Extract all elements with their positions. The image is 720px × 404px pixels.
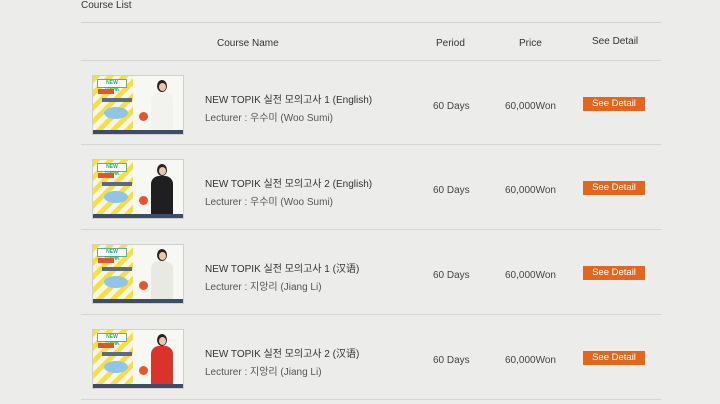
thumbnail-title (102, 352, 132, 356)
header-see-detail: See Detail (592, 36, 639, 47)
table-header: Course Name Period Price See Detail (81, 23, 661, 61)
course-table: Course Name Period Price See Detail NEW … (81, 22, 661, 400)
course-price: 60,000Won (505, 355, 556, 366)
thumbnail-tag (98, 258, 114, 263)
thumbnail-tag (98, 173, 114, 178)
thumbnail-tag (98, 343, 114, 348)
lecturer-face (159, 337, 166, 345)
play-icon (139, 281, 148, 290)
thumbnail-bar (93, 299, 183, 303)
lecturer-name: Lecturer : 우수미 (Woo Sumi) (205, 113, 334, 124)
play-icon (139, 112, 148, 121)
course-thumbnail[interactable]: NEW TOPIK (92, 244, 184, 304)
course-row: NEW TOPIK NEW TOPIK 실전 모의고사 2 (汉语) Lectu… (81, 315, 661, 400)
course-row: NEW TOPIK NEW TOPIK 실전 모의고사 1 (汉语) Lectu… (81, 230, 661, 315)
course-name[interactable]: NEW TOPIK 실전 모의고사 2 (汉语) (205, 345, 359, 360)
lecturer-name: Lecturer : 우수미 (Woo Sumi) (205, 197, 334, 208)
course-row: NEW TOPIK NEW TOPIK 실전 모의고사 1 (English) … (81, 61, 661, 145)
header-course-name: Course Name (217, 38, 279, 49)
header-period: Period (436, 38, 465, 49)
course-period: 60 Days (433, 270, 470, 281)
lecturer-photo (149, 249, 175, 303)
lecturer-outfit (151, 261, 173, 303)
thumbnail-oval (104, 361, 128, 373)
thumbnail-title (102, 267, 132, 271)
lecturer-face (159, 167, 166, 175)
see-detail-button[interactable]: See Detail (583, 266, 645, 280)
lecturer-name: Lecturer : 지앙리 (Jiang Li) (205, 282, 322, 293)
course-name[interactable]: NEW TOPIK 실전 모의고사 2 (English) (205, 175, 372, 190)
play-icon (139, 196, 148, 205)
see-detail-button[interactable]: See Detail (583, 97, 645, 111)
topik-logo: NEW TOPIK (97, 163, 127, 177)
course-price: 60,000Won (505, 270, 556, 281)
thumbnail-bar (93, 214, 183, 218)
thumbnail-title (102, 182, 132, 186)
course-name[interactable]: NEW TOPIK 실전 모의고사 1 (English) (205, 91, 372, 106)
thumbnail-oval (104, 191, 128, 203)
thumbnail-title (102, 98, 132, 102)
lecturer-outfit (151, 92, 173, 134)
lecturer-name: Lecturer : 지앙리 (Jiang Li) (205, 367, 322, 378)
course-row: NEW TOPIK NEW TOPIK 실전 모의고사 2 (English) … (81, 145, 661, 230)
header-price: Price (519, 38, 542, 49)
thumbnail-bar (93, 384, 183, 388)
section-title: Course List (81, 0, 132, 11)
topik-logo: NEW TOPIK (97, 248, 127, 262)
lecturer-photo (149, 164, 175, 218)
course-period: 60 Days (433, 101, 470, 112)
thumbnail-oval (104, 107, 128, 119)
play-icon (139, 366, 148, 375)
lecturer-photo (149, 334, 175, 388)
lecturer-outfit (151, 346, 173, 388)
lecturer-photo (149, 80, 175, 134)
course-thumbnail[interactable]: NEW TOPIK (92, 75, 184, 135)
course-name[interactable]: NEW TOPIK 실전 모의고사 1 (汉语) (205, 260, 359, 275)
see-detail-button[interactable]: See Detail (583, 351, 645, 365)
topik-logo: NEW TOPIK (97, 333, 127, 347)
thumbnail-tag (98, 89, 114, 94)
course-period: 60 Days (433, 185, 470, 196)
course-period: 60 Days (433, 355, 470, 366)
lecturer-face (159, 83, 166, 91)
course-price: 60,000Won (505, 185, 556, 196)
lecturer-face (159, 252, 166, 260)
thumbnail-bar (93, 130, 183, 134)
see-detail-button[interactable]: See Detail (583, 181, 645, 195)
thumbnail-oval (104, 276, 128, 288)
lecturer-outfit (151, 176, 173, 218)
course-thumbnail[interactable]: NEW TOPIK (92, 159, 184, 219)
topik-logo: NEW TOPIK (97, 79, 127, 93)
course-thumbnail[interactable]: NEW TOPIK (92, 329, 184, 389)
course-price: 60,000Won (505, 101, 556, 112)
